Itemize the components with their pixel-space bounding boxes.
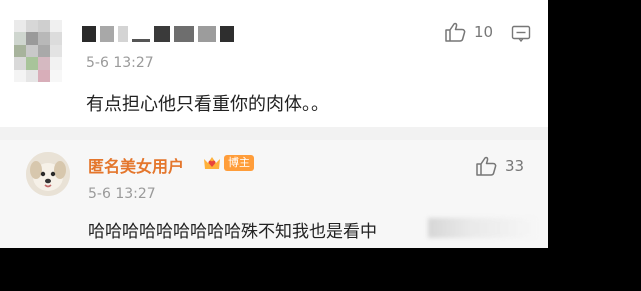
- comment-time: 5-6 13:27: [88, 186, 156, 202]
- like-count: 10: [474, 23, 494, 41]
- comments-panel: 5-6 13:27 有点担心他只看重你的肉体。。 10 匿名美女用户 博主 5-…: [0, 0, 548, 248]
- username-blurred[interactable]: [82, 26, 234, 44]
- thumbs-up-icon: [476, 156, 497, 176]
- host-badge: 博主: [224, 155, 254, 171]
- comment-time: 5-6 13:27: [86, 55, 154, 71]
- like-button[interactable]: 10: [444, 22, 493, 42]
- username[interactable]: 匿名美女用户: [88, 153, 184, 177]
- thumbs-up-icon: [445, 22, 466, 42]
- blurred-text: [428, 218, 536, 238]
- comment-item: 5-6 13:27 有点担心他只看重你的肉体。。 10: [0, 0, 548, 127]
- separator: [0, 127, 548, 140]
- comment-icon[interactable]: [511, 25, 531, 43]
- dog-avatar-icon: [26, 152, 70, 196]
- like-button[interactable]: 33: [475, 156, 524, 176]
- comment-text: 哈哈哈哈哈哈哈哈哈殊不知我也是看中: [88, 222, 377, 242]
- comment-text: 有点担心他只看重你的肉体。。: [86, 94, 329, 115]
- avatar[interactable]: [14, 20, 62, 82]
- like-count: 33: [505, 157, 525, 175]
- dog-avatar[interactable]: [26, 152, 70, 196]
- crown-heart-icon: [204, 157, 220, 169]
